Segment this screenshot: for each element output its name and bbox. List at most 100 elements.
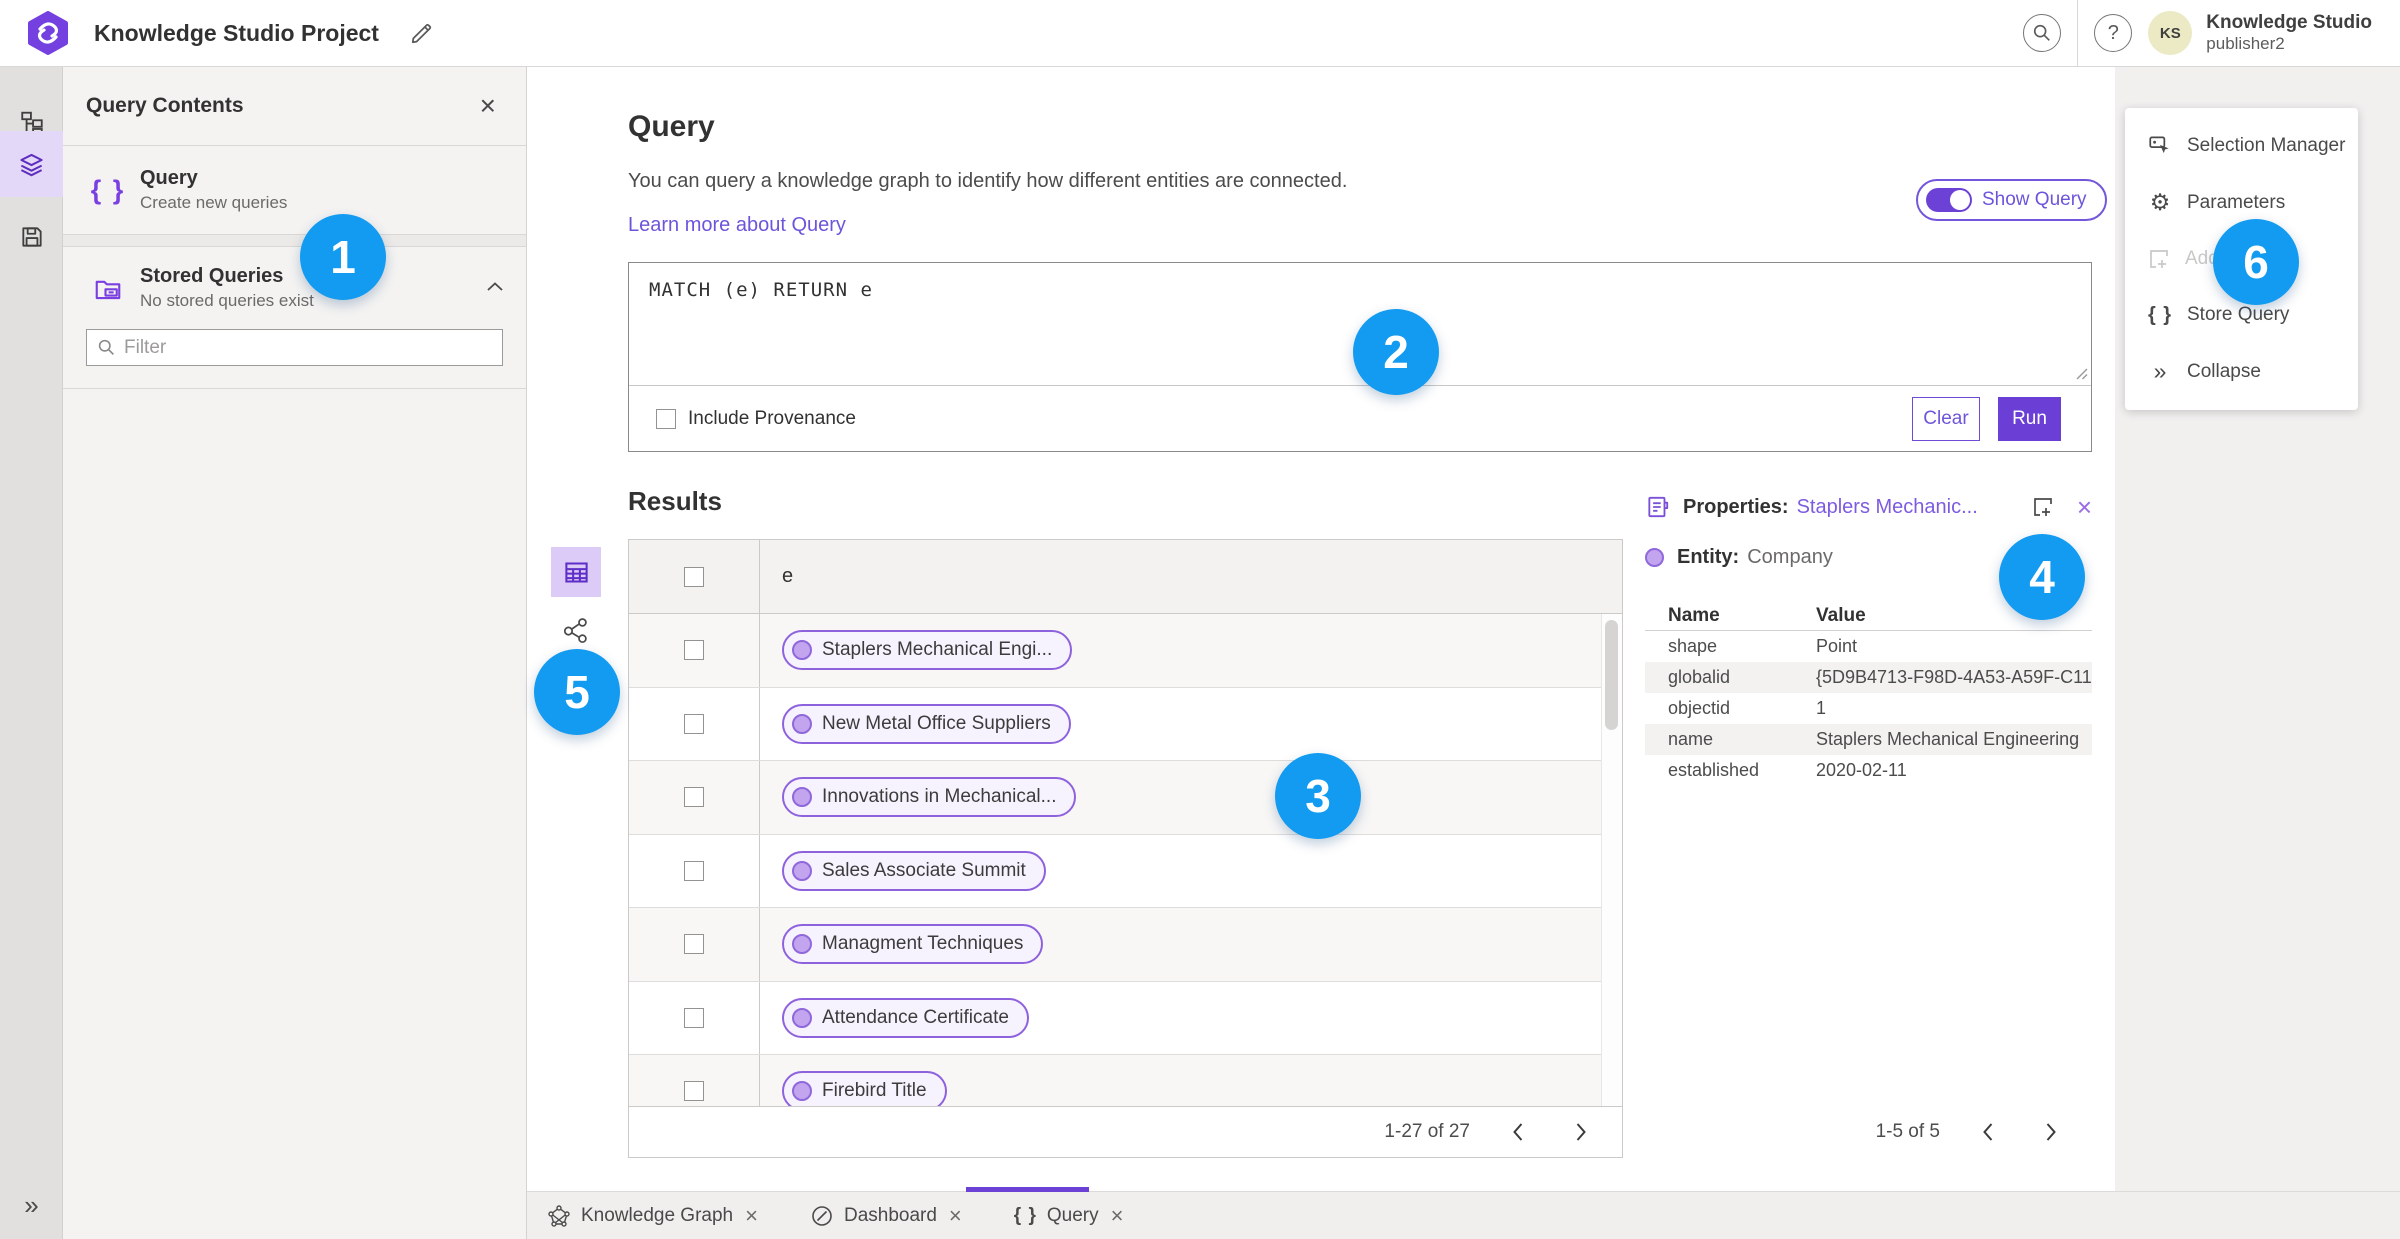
entity-pill[interactable]: Firebird Title (782, 1071, 947, 1106)
select-all-checkbox[interactable] (684, 566, 704, 587)
entity-pill[interactable]: Sales Associate Summit (782, 850, 1046, 891)
entity-dot-icon (792, 860, 812, 881)
row-checkbox[interactable] (684, 1007, 704, 1028)
query-text: MATCH (e) RETURN e (649, 279, 873, 301)
close-tab-icon[interactable]: × (1111, 1204, 1124, 1227)
tab-query-active[interactable]: { } Query × (1010, 1192, 1128, 1239)
row-checkbox[interactable] (684, 787, 704, 808)
include-provenance-checkbox[interactable] (656, 409, 676, 429)
help-button[interactable]: ? (2094, 14, 2133, 52)
edit-title-icon[interactable] (409, 20, 435, 46)
entity-dot-icon (792, 640, 812, 661)
row-checkbox[interactable] (684, 640, 704, 661)
properties-table: Name Value shape Point globalid {5D9B471… (1645, 601, 2092, 786)
property-row[interactable]: objectid 1 (1645, 693, 2092, 724)
stored-queries-subtitle: No stored queries exist (140, 291, 314, 310)
row-checkbox[interactable] (684, 1081, 704, 1102)
bottom-tab-bar: Knowledge Graph × Dashboard × { } Query … (527, 1191, 2400, 1239)
row-checkbox[interactable] (684, 934, 704, 955)
filter-wrap (86, 329, 503, 366)
contents-item-stored-queries[interactable]: Stored Queries No stored queries exist (63, 247, 526, 329)
query-item-subtitle: Create new queries (140, 193, 288, 212)
header-checkbox-cell (629, 540, 760, 613)
entity-pill[interactable]: Attendance Certificate (782, 997, 1029, 1038)
row-checkbox[interactable] (684, 860, 704, 881)
results-table-header: e (629, 540, 1622, 614)
results-next-page-button[interactable] (1566, 1118, 1594, 1146)
query-contents-panel: Query Contents × { } Query Create new qu… (63, 67, 527, 1239)
user-block[interactable]: Knowledge Studio publisher2 (2206, 12, 2372, 53)
entity-pill[interactable]: Managment Techniques (782, 924, 1044, 965)
results-pagination: 1-27 of 27 (629, 1106, 1622, 1157)
entity-pill[interactable]: Innovations in Mechanical... (782, 777, 1077, 818)
avatar[interactable]: KS (2148, 11, 2193, 55)
table-icon (564, 561, 588, 583)
search-button[interactable] (2023, 14, 2062, 52)
properties-prev-page-button[interactable] (1974, 1118, 2002, 1146)
menu-item-collapse[interactable]: » Collapse (2125, 348, 2358, 396)
scrollbar-thumb[interactable] (1605, 620, 1618, 730)
open-in-new-window-icon[interactable] (2031, 495, 2055, 519)
properties-header: Properties: Staplers Mechanic... × (1645, 490, 2092, 524)
project-title: Knowledge Studio Project (94, 19, 379, 46)
collapse-chevrons-icon: » (2153, 358, 2167, 385)
layers-icon (20, 153, 43, 176)
close-panel-icon[interactable]: × (480, 92, 496, 120)
resize-handle-icon[interactable] (2076, 368, 2088, 380)
filter-input[interactable] (124, 336, 492, 359)
stored-queries-folder-icon (86, 273, 130, 303)
top-bar: Knowledge Studio Project ? KS Knowledge … (0, 0, 2400, 67)
entity-type-value: Company (1747, 546, 1833, 568)
property-row[interactable]: name Staplers Mechanical Engineering (1645, 724, 2092, 755)
run-button[interactable]: Run (1998, 397, 2061, 441)
show-query-toggle[interactable]: Show Query (1916, 179, 2107, 221)
collapse-section-icon[interactable] (487, 279, 503, 297)
close-tab-icon[interactable]: × (745, 1204, 758, 1227)
property-row[interactable]: established 2020-02-11 (1645, 755, 2092, 786)
query-contents-title: Query Contents (86, 94, 244, 117)
annotation-circle-1: 1 (300, 214, 386, 300)
braces-icon: { } (90, 174, 126, 205)
contents-separator (63, 388, 526, 389)
chevron-left-icon (1982, 1123, 1992, 1141)
question-icon: ? (2107, 21, 2119, 44)
chevron-right-icon (2046, 1123, 2056, 1141)
include-provenance-label: Include Provenance (688, 408, 856, 429)
properties-entity-link[interactable]: Staplers Mechanic... (1797, 496, 1978, 519)
annotation-circle-2: 2 (1353, 309, 1439, 395)
query-contents-header: Query Contents × (63, 67, 526, 146)
user-subtitle: publisher2 (2206, 34, 2285, 54)
entity-label: Entity: (1677, 546, 1740, 568)
entity-dot-icon (792, 713, 812, 734)
link-chart-view-button[interactable] (551, 605, 601, 655)
learn-more-link[interactable]: Learn more about Query (628, 214, 846, 237)
column-header-e: e (782, 565, 794, 587)
properties-heading: Properties: (1683, 495, 1789, 518)
topbar-right: ? KS Knowledge Studio publisher2 (2023, 0, 2400, 67)
tab-dashboard[interactable]: Dashboard × (806, 1192, 966, 1239)
menu-item-selection-manager[interactable]: Selection Manager (2125, 122, 2358, 170)
properties-next-page-button[interactable] (2036, 1118, 2064, 1146)
annotation-circle-4: 4 (1999, 534, 2085, 620)
rail-item-layers-selected[interactable] (0, 131, 63, 197)
close-properties-icon[interactable]: × (2077, 494, 2092, 520)
clear-button[interactable]: Clear (1912, 397, 1980, 441)
menu-item-parameters[interactable]: ⚙ Parameters (2125, 179, 2358, 227)
knowledge-graph-icon (548, 1204, 570, 1227)
row-checkbox[interactable] (684, 713, 704, 734)
results-prev-page-button[interactable] (1504, 1118, 1532, 1146)
expand-rail-button[interactable]: » (0, 1190, 63, 1221)
show-query-label: Show Query (1982, 189, 2087, 210)
entity-pill[interactable]: Staplers Mechanical Engi... (782, 630, 1073, 671)
property-row[interactable]: globalid {5D9B4713-F98D-4A53-A59F-C11... (1645, 662, 2092, 693)
close-tab-icon[interactable]: × (949, 1204, 962, 1227)
property-row[interactable]: shape Point (1645, 631, 2092, 662)
table-scrollbar[interactable] (1601, 614, 1622, 1106)
entity-pill[interactable]: New Metal Office Suppliers (782, 703, 1071, 744)
contents-item-query[interactable]: { } Query Create new queries (63, 146, 526, 235)
table-row: New Metal Office Suppliers (629, 687, 1622, 761)
table-view-button[interactable] (551, 547, 601, 597)
tab-knowledge-graph[interactable]: Knowledge Graph × (543, 1192, 762, 1239)
rail-item-save[interactable] (0, 209, 63, 265)
app-logo-icon[interactable] (26, 11, 70, 55)
